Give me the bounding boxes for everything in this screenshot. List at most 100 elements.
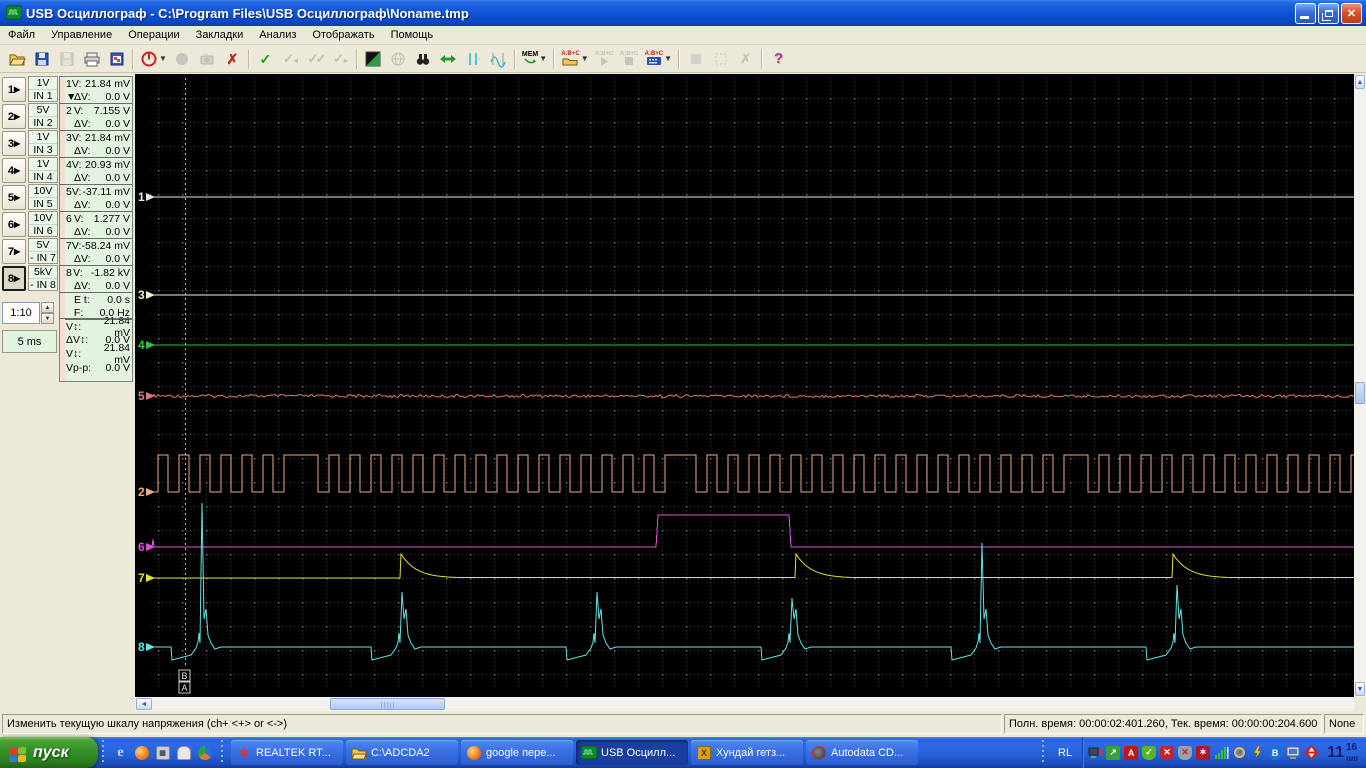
bluetooth-icon[interactable]: B — [1267, 745, 1283, 761]
channel-2-scale[interactable]: 5V IN 2 — [28, 103, 58, 129]
mem-button[interactable]: MEM ▼ — [520, 47, 549, 70]
channel-5-scale[interactable]: 10V IN 5 — [28, 184, 58, 210]
menu-item-help[interactable]: Помощь — [383, 27, 442, 43]
check-button[interactable]: ✓ — [254, 47, 277, 70]
channel-3-range[interactable]: 1V — [29, 131, 57, 144]
power-icon[interactable] — [1249, 745, 1265, 761]
task-button[interactable]: C:\ADCDA2 — [346, 740, 458, 765]
channel-4-range[interactable]: 1V — [29, 158, 57, 171]
dropdown-arrow-icon[interactable]: ▼ — [664, 54, 672, 63]
channel-3-marker[interactable]: 3 — [138, 288, 145, 302]
taskbar-separator[interactable] — [1040, 740, 1047, 765]
channel-7-range[interactable]: 5V — [29, 239, 57, 252]
channel-2-range[interactable]: 5V — [29, 104, 57, 117]
channel-5-marker[interactable]: 5 — [138, 389, 145, 403]
abc-open-button[interactable]: A:B+C ▼ — [559, 47, 590, 70]
red-shield-icon[interactable]: ✕ — [1159, 745, 1175, 761]
scroll-down-button[interactable]: ▼ — [1355, 682, 1365, 696]
abc-table-button[interactable]: A:B+C ▼ — [643, 47, 674, 70]
help-button[interactable]: ? — [767, 47, 790, 70]
device-icon[interactable] — [175, 744, 192, 761]
minimize-button[interactable] — [1295, 2, 1316, 24]
task-button[interactable]: USB Осцилл... — [576, 740, 688, 765]
channel-4-marker[interactable]: 4 — [138, 338, 145, 352]
power-button[interactable]: ▼ — [138, 47, 169, 70]
delete-button[interactable]: ✗ — [221, 47, 244, 70]
channel-3-button[interactable]: 3 ▶ — [2, 131, 26, 156]
task-button[interactable]: ✱ REALTEK RT... — [231, 740, 343, 765]
media-player-icon[interactable] — [196, 744, 213, 761]
menu-item-operations[interactable]: Операции — [120, 27, 187, 43]
gray-shield-icon[interactable]: ✕ — [1177, 745, 1193, 761]
channel-5-button[interactable]: 5 ▶ — [2, 185, 26, 210]
channel-1-marker[interactable]: 1 — [138, 190, 145, 204]
save-button[interactable] — [30, 47, 53, 70]
search-button[interactable] — [412, 47, 435, 70]
ie-icon[interactable]: e — [112, 744, 129, 761]
dropdown-arrow-icon[interactable]: ▼ — [581, 54, 589, 63]
menu-item-file[interactable]: Файл — [0, 27, 43, 43]
horizontal-scrollbar[interactable]: ◄ — [135, 697, 1354, 711]
green-shield-icon[interactable]: ✓ — [1141, 745, 1157, 761]
vertical-scroll-thumb[interactable] — [1355, 382, 1365, 404]
menu-item-bookmarks[interactable]: Закладки — [188, 27, 252, 43]
timebase-value[interactable]: 5 ms — [2, 330, 57, 353]
calculator-icon[interactable]: ▦ — [154, 744, 171, 761]
updown-arrows-icon[interactable] — [1303, 745, 1319, 761]
channel-7-scale[interactable]: 5V - IN 7 — [28, 238, 58, 264]
kaspersky-icon[interactable]: ✶ — [1195, 745, 1211, 761]
scroll-left-button[interactable]: ◄ — [136, 698, 152, 710]
scope-canvas[interactable]: 1 3 4 5 2 6 7 8 BA — [135, 74, 1355, 697]
channel-8-button[interactable]: 8 ▶ — [2, 266, 26, 291]
horizontal-scroll-thumb[interactable] — [330, 698, 445, 710]
taskbar-clock[interactable]: 11 16 пт — [1323, 737, 1366, 768]
channel-7-button[interactable]: 7 ▶ — [2, 239, 26, 264]
menu-item-analysis[interactable]: Анализ — [251, 27, 304, 43]
title-bar[interactable]: USB Осциллограф - C:\Program Files\USB О… — [0, 0, 1366, 26]
channel-1-button[interactable]: 1 ▶ — [2, 77, 26, 102]
channel-8-scale[interactable]: 5kV - IN 8 — [28, 265, 58, 291]
volume-icon[interactable] — [1231, 745, 1247, 761]
channel-8-range[interactable]: 5kV — [29, 266, 57, 279]
probe-ratio-value[interactable]: 1:10 — [2, 302, 40, 324]
close-button[interactable]: ✕ — [1341, 2, 1362, 24]
green-utility-icon[interactable]: ↗ — [1105, 745, 1121, 761]
fit-horizontal-button[interactable] — [437, 47, 460, 70]
dropdown-arrow-icon[interactable]: ▼ — [159, 54, 167, 63]
channel-3-scale[interactable]: 1V IN 3 — [28, 130, 58, 156]
channel-4-button[interactable]: 4 ▶ — [2, 158, 26, 183]
menu-item-control[interactable]: Управление — [43, 27, 120, 43]
scroll-up-button[interactable]: ▲ — [1355, 75, 1365, 89]
channel-7-marker[interactable]: 7 — [138, 571, 145, 585]
restore-button[interactable] — [1318, 2, 1339, 24]
display-icon[interactable] — [1285, 745, 1301, 761]
task-button[interactable]: Х Хундай гетз... — [691, 740, 803, 765]
vertical-scrollbar[interactable]: ▲ ▼ — [1354, 74, 1366, 697]
adobe-reader-icon[interactable]: A — [1123, 745, 1139, 761]
export-image-button[interactable] — [105, 47, 128, 70]
open-button[interactable] — [5, 47, 28, 70]
task-button[interactable]: google пере... — [461, 740, 573, 765]
vertical-markers-button[interactable] — [462, 47, 485, 70]
channel-1-range[interactable]: 1V — [29, 77, 57, 90]
channel-6-marker[interactable]: 6 — [138, 540, 145, 554]
task-button[interactable]: Autodata CD... — [806, 740, 918, 765]
start-button[interactable]: пуск — [0, 737, 98, 768]
signal-bars-icon[interactable] — [1213, 745, 1229, 761]
ratio-down-button[interactable]: ▼ — [41, 313, 54, 324]
channel-6-scale[interactable]: 10V IN 6 — [28, 211, 58, 237]
ratio-up-button[interactable]: ▲ — [41, 302, 54, 313]
language-indicator[interactable]: RL — [1048, 737, 1082, 768]
channel-6-range[interactable]: 10V — [29, 212, 57, 225]
wave-measure-button[interactable] — [487, 47, 510, 70]
print-button[interactable] — [80, 47, 103, 70]
channel-2-marker[interactable]: 2 — [138, 485, 145, 499]
scope-display[interactable]: 1 3 4 5 2 6 7 8 BA — [135, 74, 1355, 697]
channel-6-button[interactable]: 6 ▶ — [2, 212, 26, 237]
display-mode-button[interactable] — [362, 47, 385, 70]
channel-8-marker[interactable]: 8 — [138, 640, 145, 654]
network-monitor-icon[interactable] — [1087, 745, 1103, 761]
channel-2-button[interactable]: 2 ▶ — [2, 104, 26, 129]
channel-1-scale[interactable]: 1V IN 1 — [28, 76, 58, 102]
taskbar-separator[interactable] — [100, 740, 106, 765]
